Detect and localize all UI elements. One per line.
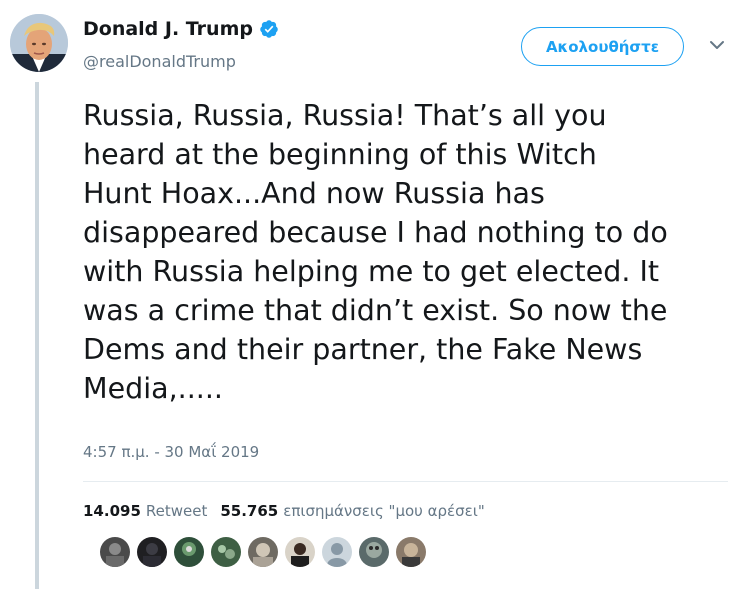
- liker-avatar[interactable]: [100, 537, 130, 567]
- retweet-count: 14.095: [83, 502, 141, 520]
- liker-avatar[interactable]: [359, 537, 389, 567]
- liker-avatar[interactable]: [174, 537, 204, 567]
- author-name-row: Donald J. Trump: [83, 18, 279, 40]
- verified-badge-icon: [260, 20, 278, 38]
- tweet-stats: 14.095 Retweet 55.765 επισημάνσεις "μου …: [83, 502, 498, 520]
- thread-line: [35, 82, 39, 589]
- divider: [83, 481, 728, 482]
- like-label: επισημάνσεις "μου αρέσει": [283, 502, 485, 520]
- liker-avatar[interactable]: [322, 537, 352, 567]
- author-name[interactable]: Donald J. Trump: [83, 18, 253, 40]
- author-handle[interactable]: @realDonaldTrump: [83, 52, 236, 71]
- retweet-label: Retweet: [145, 502, 208, 520]
- liker-avatar[interactable]: [211, 537, 241, 567]
- like-count: 55.765: [220, 502, 279, 520]
- liker-avatar[interactable]: [137, 537, 167, 567]
- liker-avatar[interactable]: [248, 537, 278, 567]
- liker-avatar[interactable]: [285, 537, 315, 567]
- tweet-timestamp[interactable]: 4:57 π.μ. - 30 Μαΐ 2019: [83, 443, 259, 461]
- author-avatar[interactable]: [10, 14, 68, 72]
- tweet-text: Russia, Russia, Russia! That’s all you h…: [83, 99, 668, 405]
- liker-avatar[interactable]: [396, 537, 426, 567]
- follow-button[interactable]: Ακολουθήστε: [521, 27, 684, 66]
- retweet-stat[interactable]: 14.095 Retweet: [83, 502, 207, 520]
- like-stat[interactable]: 55.765 επισημάνσεις "μου αρέσει": [220, 502, 484, 520]
- chevron-down-icon[interactable]: [708, 38, 726, 52]
- liker-avatars: [100, 537, 433, 567]
